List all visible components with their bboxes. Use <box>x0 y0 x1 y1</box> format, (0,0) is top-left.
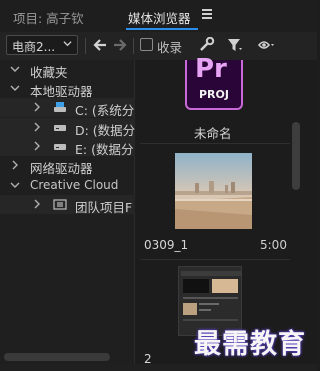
hard-drive-icon <box>54 144 66 150</box>
landscape-photo <box>175 153 252 229</box>
tree-item-label: 网络驱动器 <box>30 161 93 176</box>
item-divider <box>140 143 290 144</box>
tree-item-label: C: (系统分 <box>75 103 135 118</box>
chevron-right-icon[interactable] <box>32 122 42 132</box>
tree-item-local-drives[interactable]: 本地驱动器 <box>0 79 135 99</box>
tree-item-label: 团队项目F <box>75 200 133 215</box>
horizontal-scrollbar[interactable] <box>4 353 110 361</box>
chevron-down-icon[interactable] <box>10 180 20 190</box>
vertical-scrollbar[interactable] <box>292 122 300 190</box>
clip-thumbnail-0309-1[interactable] <box>175 153 252 229</box>
chevron-right-icon[interactable] <box>32 141 42 151</box>
favorites-checkbox[interactable] <box>140 38 153 51</box>
tab-media-browser[interactable]: 媒体浏览器 <box>128 8 191 27</box>
system-drive-icon <box>54 102 66 112</box>
premiere-icon-letters: Pr <box>195 54 227 84</box>
filter-icon[interactable] <box>226 37 244 53</box>
panel-bottom-bar <box>0 364 317 371</box>
tree-item-drive-c[interactable]: C: (系统分 <box>0 98 135 118</box>
media-browser-toolbar: 电商2... 收录 <box>0 32 317 60</box>
back-arrow-icon[interactable] <box>92 38 108 52</box>
chevron-down-icon[interactable] <box>10 83 20 93</box>
chevron-right-icon[interactable] <box>32 199 42 209</box>
tree-item-drive-d[interactable]: D: (数据分 <box>0 118 135 138</box>
tree-item-favorites[interactable]: 收藏夹 <box>0 60 135 80</box>
tree-item-label: Creative Cloud <box>30 178 119 192</box>
favorites-checkbox-label: 收录 <box>157 40 183 55</box>
item-duration: 5:00 <box>260 238 287 252</box>
tab-project[interactable]: 项目: 高子钦 <box>13 8 84 27</box>
toolbar-divider <box>85 38 86 54</box>
team-project-icon <box>53 199 67 210</box>
location-dropdown-value: 电商2... <box>12 40 56 54</box>
tree-item-network-drives[interactable]: 网络驱动器 <box>0 156 135 176</box>
chevron-right-icon[interactable] <box>10 160 20 170</box>
chevron-right-icon[interactable] <box>32 102 42 112</box>
tree-item-creative-cloud[interactable]: Creative Cloud <box>0 176 135 195</box>
premiere-project-icon[interactable]: Pr PROJ <box>185 54 243 110</box>
item-name-clip: 0309_1 <box>144 238 189 252</box>
chevron-down-icon <box>63 41 72 47</box>
location-dropdown[interactable]: 电商2... <box>6 35 78 55</box>
hard-drive-icon <box>54 125 66 131</box>
chevron-down-icon[interactable] <box>10 64 20 74</box>
active-tab-indicator <box>126 28 198 30</box>
premiere-icon-caption: PROJ <box>199 88 229 101</box>
item-name-project: 未命名 <box>194 126 232 141</box>
toolbar-divider <box>133 38 134 54</box>
view-options-eye-icon[interactable] <box>258 37 276 53</box>
item-divider <box>140 259 290 260</box>
forward-arrow-icon[interactable] <box>112 38 128 52</box>
watermark-logo: 最需教育 <box>194 329 306 360</box>
panel-tab-bar: 项目: 高子钦 媒体浏览器 <box>0 0 317 32</box>
panel-menu-icon[interactable] <box>202 9 212 19</box>
tree-item-team-projects[interactable]: 团队项目F <box>0 195 135 215</box>
tree-item-drive-e[interactable]: E: (数据分 <box>0 137 135 157</box>
wrench-icon[interactable] <box>198 37 216 53</box>
folder-tree-panel: 收藏夹 本地驱动器 C: (系统分 D: (数据分 E: (数据分 网络驱动器 … <box>0 60 135 371</box>
